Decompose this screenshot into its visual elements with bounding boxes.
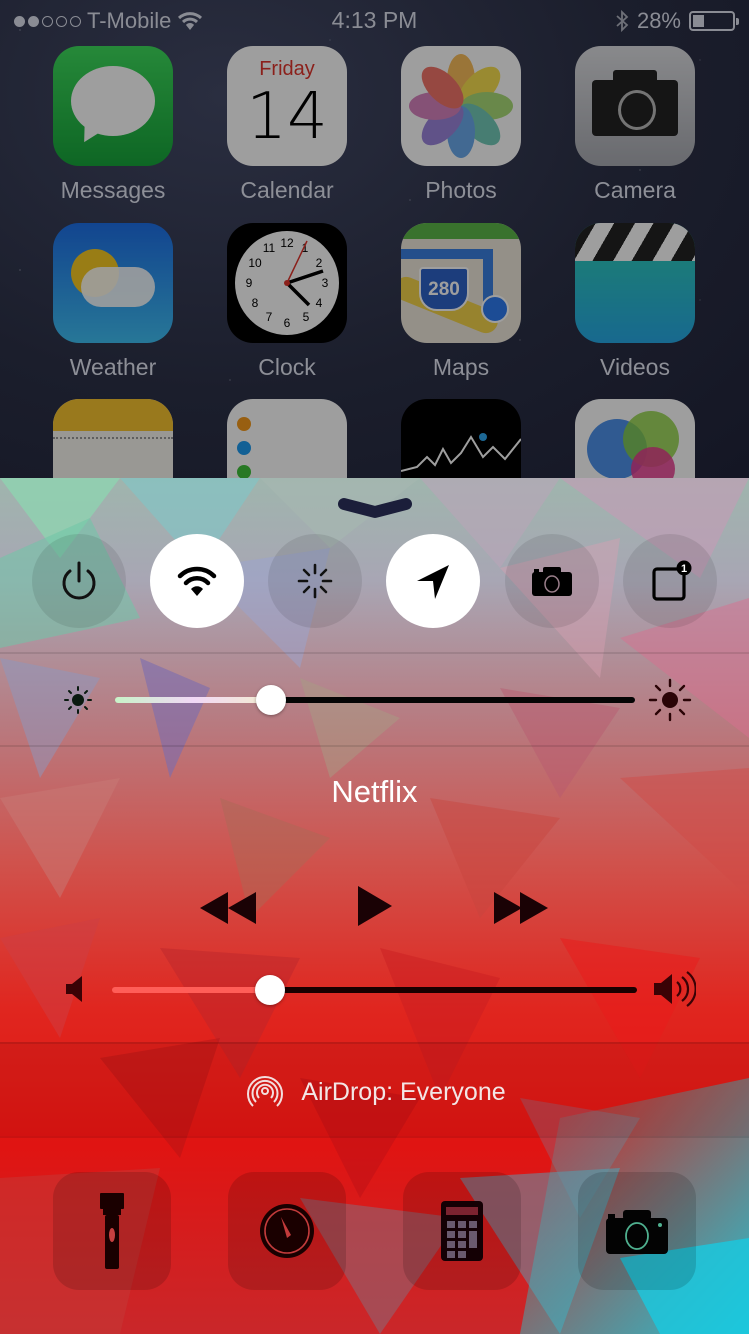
- power-toggle[interactable]: [32, 534, 126, 628]
- app-calendar[interactable]: Friday 14 Calendar: [227, 46, 347, 204]
- timer-icon: [260, 1204, 314, 1258]
- svg-text:5: 5: [303, 310, 310, 324]
- svg-text:2: 2: [316, 256, 323, 270]
- clock-icon: 12 1 2 345 678 9 10 11: [227, 223, 347, 343]
- brightness-track-filled: [115, 697, 271, 703]
- volume-track-empty: [270, 987, 637, 993]
- maps-icon: 280: [401, 223, 521, 343]
- calculator-button[interactable]: [403, 1172, 521, 1290]
- divider: [0, 745, 749, 747]
- divider: [0, 1042, 749, 1044]
- rewind-button[interactable]: [200, 890, 258, 926]
- messages-icon: [53, 46, 173, 166]
- play-button[interactable]: [356, 884, 394, 928]
- brightness-low-icon: [64, 686, 92, 714]
- bluetooth-icon: [616, 9, 629, 33]
- app-label: Messages: [60, 177, 166, 203]
- app-label: Videos: [600, 354, 670, 380]
- app-clock[interactable]: 12 1 2 345 678 9 10 11 Clock: [227, 223, 347, 381]
- camera-icon: [575, 46, 695, 166]
- camera-shortcut-button[interactable]: [578, 1172, 696, 1290]
- camera-icon: [606, 1210, 668, 1254]
- flashlight-button[interactable]: [53, 1172, 171, 1290]
- svg-text:1: 1: [302, 241, 309, 255]
- svg-text:12: 12: [280, 236, 294, 250]
- airdrop-button[interactable]: AirDrop: Everyone: [0, 1070, 749, 1114]
- calendar-day: Friday: [259, 58, 315, 80]
- route-sign: 280: [419, 267, 469, 311]
- brightness-toggle[interactable]: [268, 534, 362, 628]
- wifi-icon: [177, 566, 217, 596]
- flashlight-icon: [100, 1193, 124, 1269]
- app-weather[interactable]: Weather: [53, 223, 173, 381]
- app-label: Photos: [425, 177, 497, 203]
- svg-text:6: 6: [284, 316, 291, 330]
- volume-track-filled: [112, 987, 270, 993]
- app-label: Clock: [258, 354, 316, 380]
- home-screen: T-Mobile 4:13 PM 28% Messages Friday 14 …: [0, 0, 749, 519]
- app-label: Weather: [69, 354, 157, 380]
- brightness-high-icon: [648, 678, 692, 722]
- svg-text:4: 4: [316, 296, 323, 310]
- app-label: Maps: [432, 354, 490, 380]
- app-messages[interactable]: Messages: [53, 46, 173, 204]
- app-maps[interactable]: 280 Maps: [401, 223, 521, 381]
- weather-icon: [53, 223, 173, 343]
- calculator-icon: [441, 1201, 483, 1261]
- notification-badge-count: 1: [681, 563, 687, 575]
- volume-high-icon: [654, 971, 696, 1007]
- wifi-toggle[interactable]: [150, 534, 244, 628]
- divider: [0, 652, 749, 654]
- app-camera[interactable]: Camera: [575, 46, 695, 204]
- loading-spinner-icon: [297, 563, 333, 599]
- control-center: 1 Netflix AirDrop: Everyone: [0, 478, 749, 1334]
- battery-icon: [689, 11, 739, 31]
- brightness-track-empty: [271, 697, 635, 703]
- brightness-slider-thumb[interactable]: [256, 685, 286, 715]
- svg-text:9: 9: [246, 276, 253, 290]
- app-label: Calendar: [240, 177, 334, 203]
- airdrop-label: AirDrop: Everyone: [301, 1077, 506, 1106]
- fast-forward-button[interactable]: [492, 890, 550, 926]
- timer-button[interactable]: [228, 1172, 346, 1290]
- photos-icon: [401, 46, 521, 166]
- calendar-icon: Friday 14: [227, 46, 347, 166]
- svg-text:11: 11: [263, 241, 276, 255]
- app-photos[interactable]: Photos: [401, 46, 521, 204]
- calendar-date: 14: [246, 80, 328, 154]
- svg-text:7: 7: [266, 310, 273, 324]
- status-bar: T-Mobile 4:13 PM 28%: [0, 0, 749, 40]
- location-arrow-icon: [417, 565, 449, 599]
- app-videos[interactable]: Videos: [575, 223, 695, 381]
- divider: [0, 1136, 749, 1138]
- power-icon: [62, 561, 96, 600]
- videos-icon: [575, 223, 695, 343]
- volume-slider-thumb[interactable]: [255, 975, 285, 1005]
- volume-low-icon: [66, 976, 82, 1002]
- location-toggle[interactable]: [386, 534, 480, 628]
- camera-toggle[interactable]: [505, 534, 599, 628]
- brightness-slider[interactable]: [115, 684, 635, 716]
- dismiss-grabber-chevron-icon[interactable]: [338, 496, 412, 520]
- svg-text:3: 3: [322, 276, 329, 290]
- svg-text:10: 10: [248, 256, 262, 270]
- app-label: Camera: [594, 177, 676, 203]
- notification-badge-icon: 1: [652, 560, 692, 601]
- notification-toggle[interactable]: 1: [623, 534, 717, 628]
- battery-percent: 28%: [636, 8, 681, 33]
- airdrop-icon: [247, 1075, 284, 1107]
- volume-slider[interactable]: [112, 974, 637, 1006]
- svg-text:8: 8: [252, 296, 259, 310]
- now-playing-title: Netflix: [331, 774, 418, 809]
- camera-icon: [532, 567, 572, 596]
